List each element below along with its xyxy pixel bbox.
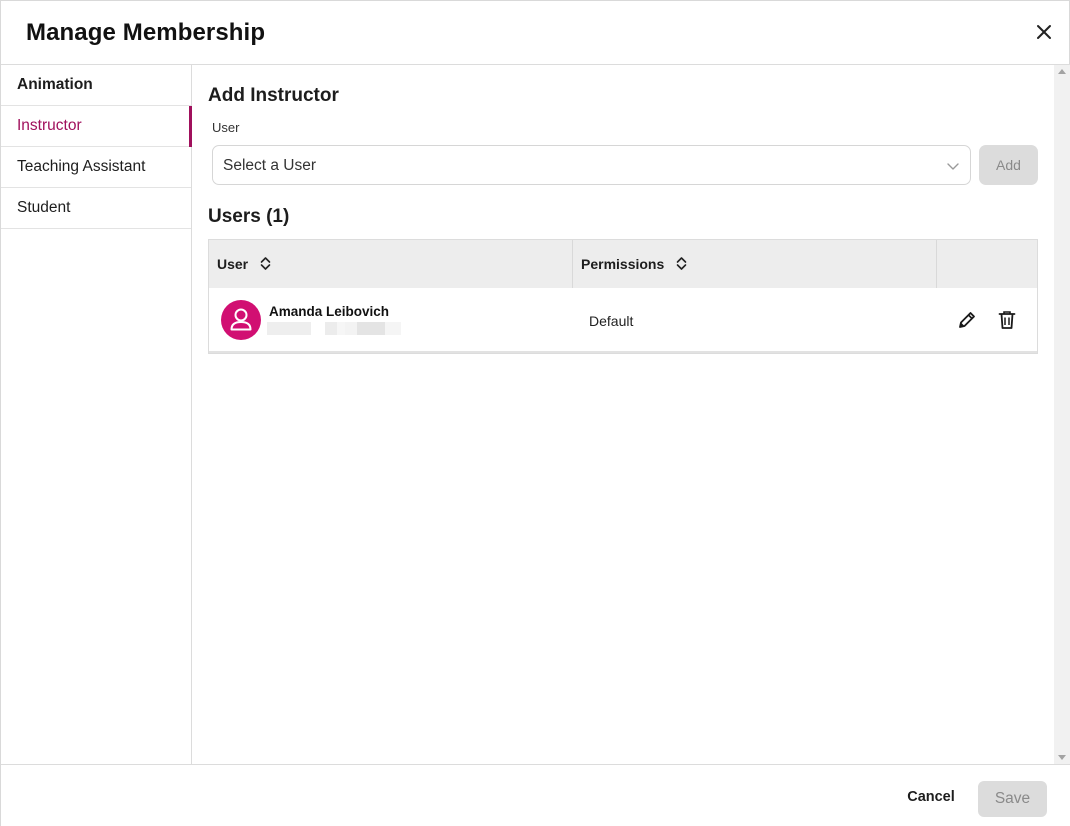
cancel-button[interactable]: Cancel bbox=[896, 785, 966, 809]
user-field-label: User bbox=[212, 120, 240, 135]
sidebar-item-teaching-assistant[interactable]: Teaching Assistant bbox=[1, 147, 191, 188]
sidebar-item-animation[interactable]: Animation bbox=[1, 65, 191, 106]
delete-icon[interactable] bbox=[996, 309, 1018, 331]
permission-value: Default bbox=[589, 313, 634, 329]
users-table: User Permissions Amanda Leibovich Defaul… bbox=[208, 239, 1038, 354]
sort-icon[interactable] bbox=[676, 256, 687, 271]
user-select-placeholder: Select a User bbox=[223, 157, 317, 174]
redacted-email bbox=[267, 322, 401, 335]
manage-membership-dialog: Manage Membership Animation Instructor T… bbox=[0, 0, 1070, 826]
sidebar-item-label: Student bbox=[17, 199, 71, 216]
user-icon bbox=[230, 308, 252, 331]
dialog-header: Manage Membership bbox=[1, 1, 1070, 65]
sidebar-item-label: Teaching Assistant bbox=[17, 158, 146, 175]
role-sidebar: Animation Instructor Teaching Assistant … bbox=[1, 65, 192, 764]
column-divider bbox=[572, 240, 573, 288]
users-count-title: Users (1) bbox=[208, 206, 290, 227]
column-header-permissions[interactable]: Permissions bbox=[581, 240, 687, 288]
column-header-label: Permissions bbox=[581, 256, 665, 272]
sidebar-item-instructor[interactable]: Instructor bbox=[1, 106, 192, 147]
sidebar-item-label: Instructor bbox=[17, 117, 82, 134]
sidebar-item-student[interactable]: Student bbox=[1, 188, 191, 229]
chevron-down-icon bbox=[947, 163, 959, 170]
dialog-title: Manage Membership bbox=[26, 19, 266, 46]
user-select[interactable]: Select a User bbox=[212, 145, 971, 185]
add-user-button[interactable]: Add bbox=[979, 145, 1038, 185]
column-header-user[interactable]: User bbox=[217, 240, 271, 288]
column-divider bbox=[936, 240, 937, 288]
sidebar-item-label: Animation bbox=[17, 76, 93, 93]
main-panel: Add Instructor User Select a User Add Us… bbox=[192, 65, 1054, 764]
vertical-scrollbar[interactable] bbox=[1054, 65, 1070, 764]
close-icon[interactable] bbox=[1033, 21, 1055, 43]
table-header: User Permissions bbox=[209, 240, 1037, 288]
edit-icon[interactable] bbox=[956, 309, 978, 331]
avatar bbox=[221, 300, 261, 340]
scroll-up-arrow-icon[interactable] bbox=[1058, 69, 1066, 74]
sort-icon[interactable] bbox=[260, 256, 271, 271]
user-name: Amanda Leibovich bbox=[269, 304, 390, 319]
save-button[interactable]: Save bbox=[978, 781, 1047, 817]
column-header-label: User bbox=[217, 256, 249, 272]
table-row: Amanda Leibovich Default bbox=[209, 288, 1037, 353]
scroll-down-arrow-icon[interactable] bbox=[1058, 755, 1066, 760]
dialog-footer: Cancel Save bbox=[1, 764, 1070, 826]
add-instructor-title: Add Instructor bbox=[208, 85, 339, 106]
